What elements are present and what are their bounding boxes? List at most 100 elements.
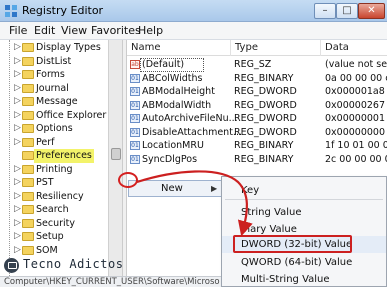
folder-icon bbox=[22, 178, 34, 187]
submenu-divider bbox=[225, 199, 383, 200]
submenu-item-multi-string-value[interactable]: Multi-String Value bbox=[222, 271, 386, 287]
value-row[interactable]: 01ABModalHeight REG_DWORD 0x000001a8 (42 bbox=[127, 85, 387, 99]
submenu-item-label: QWORD (64-bit) Value bbox=[241, 257, 353, 268]
tree-item[interactable]: ▷ Perf bbox=[0, 136, 118, 150]
expand-arrow-icon[interactable]: ▷ bbox=[13, 110, 22, 120]
value-row[interactable]: 01ABColWidths REG_BINARY 0a 00 00 00 c2 bbox=[127, 72, 387, 86]
value-name: SyncDlgPos bbox=[142, 153, 198, 165]
tree-item-label: Preferences bbox=[34, 149, 94, 163]
tree-item[interactable]: ▷ DistList bbox=[0, 55, 118, 69]
value-type: REG_BINARY bbox=[234, 153, 294, 165]
menu-file[interactable]: File bbox=[9, 24, 27, 37]
tree-item[interactable]: ▷ Options bbox=[0, 122, 118, 136]
value-name: DisableAttachment... bbox=[142, 126, 242, 138]
tree-item-label: Perf bbox=[36, 136, 55, 148]
tree-item[interactable]: ▷ Office Explorer bbox=[0, 109, 118, 123]
tree-item-label: Forms bbox=[36, 69, 65, 80]
expand-arrow-icon[interactable]: ▷ bbox=[13, 70, 22, 79]
submenu-arrow-icon: ▶ bbox=[211, 184, 218, 193]
tree-item-label: Options bbox=[36, 123, 73, 134]
expand-arrow-icon[interactable]: ▷ bbox=[13, 218, 22, 228]
value-row[interactable]: 01SyncDlgPos REG_BINARY 2c 00 00 00 00 bbox=[127, 153, 387, 167]
value-data: 0x00000001 (1) bbox=[325, 113, 387, 124]
expand-arrow-icon[interactable]: ▷ bbox=[13, 124, 22, 133]
menu-favorites[interactable]: Favorites bbox=[91, 24, 141, 37]
tree-item-label: Resiliency bbox=[36, 190, 84, 202]
binary-value-icon: 01 bbox=[130, 87, 140, 96]
value-row[interactable]: 01LocationMRU REG_BINARY 1f 10 01 00 00 0 bbox=[127, 139, 387, 153]
tree-item[interactable]: ▷ Printing bbox=[0, 163, 118, 177]
tree-item[interactable]: ▷ Journal bbox=[0, 82, 118, 96]
tree-item[interactable]: ▷ PST bbox=[0, 176, 118, 190]
tree-item-label: Setup bbox=[36, 231, 64, 242]
tree-item[interactable]: ▷ Search bbox=[0, 203, 118, 217]
menu-help[interactable]: Help bbox=[138, 24, 163, 37]
submenu-item-string-value[interactable]: String Value bbox=[222, 204, 386, 221]
menu-edit[interactable]: Edit bbox=[34, 24, 55, 37]
value-row[interactable]: 01 DisableAttachment... REG_DWORD 0x0000000… bbox=[127, 126, 387, 140]
tree-item[interactable]: Preferences bbox=[0, 149, 118, 163]
maximize-button[interactable]: □ bbox=[336, 3, 358, 19]
expand-arrow-icon[interactable]: ▷ bbox=[13, 232, 22, 241]
value-row[interactable]: 01ABModalWidth REG_DWORD 0x00000267 (61 bbox=[127, 99, 387, 113]
expand-arrow-icon[interactable]: ▷ bbox=[13, 245, 22, 255]
folder-icon bbox=[22, 70, 34, 79]
expand-arrow-icon[interactable]: ▷ bbox=[13, 205, 22, 214]
column-data-header[interactable]: Data bbox=[325, 42, 349, 53]
column-name-header[interactable]: Name bbox=[131, 42, 161, 53]
tree-item-label: Display Types bbox=[36, 42, 101, 53]
binary-value-icon: 01 bbox=[130, 154, 140, 164]
tree-item[interactable]: ▷ SOM bbox=[0, 244, 118, 258]
expand-arrow-icon[interactable]: ▷ bbox=[13, 178, 22, 187]
tree-scrollbar[interactable] bbox=[108, 40, 122, 276]
expand-arrow-icon[interactable]: ▷ bbox=[13, 137, 22, 147]
folder-icon bbox=[22, 205, 34, 214]
tree-item[interactable]: ▷ Display Types bbox=[0, 41, 118, 55]
registry-tree: ▷ Display Types ▷ DistList ▷ Forms ▷ Journal ▷ Me… bbox=[0, 40, 124, 276]
status-path: Computer\HKEY_CURRENT_USER\Software\Micr… bbox=[4, 277, 220, 287]
value-data: 2c 00 00 00 00 bbox=[325, 153, 387, 165]
menu-bar: File Edit View Favorites Help bbox=[0, 22, 387, 40]
registry-icon bbox=[5, 5, 17, 17]
binary-value-icon: 01 bbox=[130, 141, 140, 150]
column-type-header[interactable]: Type bbox=[235, 42, 258, 53]
expand-arrow-icon[interactable]: ▷ bbox=[13, 83, 22, 93]
minimize-button[interactable]: – bbox=[314, 3, 336, 19]
value-name: ABColWidths bbox=[142, 72, 203, 84]
menu-view[interactable]: View bbox=[61, 24, 87, 37]
tree-scroll-thumb[interactable] bbox=[111, 148, 121, 160]
expand-arrow-icon[interactable]: ▷ bbox=[13, 97, 22, 106]
tree-item[interactable]: ▷ Resiliency bbox=[0, 190, 118, 204]
watermark-logo: Tecno Adictos bbox=[4, 256, 128, 275]
folder-icon bbox=[22, 151, 34, 160]
expand-arrow-icon[interactable]: ▷ bbox=[13, 43, 22, 52]
submenu-item-key[interactable]: Key bbox=[222, 182, 386, 199]
tree-item[interactable]: ▷ Security bbox=[0, 217, 118, 231]
expand-arrow-icon[interactable]: ▷ bbox=[13, 56, 22, 66]
expand-arrow-icon[interactable]: ▷ bbox=[13, 191, 22, 201]
context-menu-new[interactable]: New ▶ bbox=[128, 180, 222, 197]
window-title: Registry Editor bbox=[22, 4, 104, 17]
tree-item-label: Printing bbox=[36, 163, 73, 175]
tree-item-label: Message bbox=[36, 96, 78, 107]
tree-item[interactable]: ▷ Message bbox=[0, 95, 118, 109]
value-row[interactable]: ab(Default) REG_SZ (value not set) bbox=[127, 58, 387, 72]
title-bar[interactable]: Registry Editor – □ ✕ bbox=[0, 0, 387, 22]
folder-icon bbox=[22, 164, 34, 174]
tree-item[interactable]: ▷ Forms bbox=[0, 68, 118, 82]
column-separator bbox=[230, 40, 231, 56]
close-button[interactable]: ✕ bbox=[358, 3, 385, 19]
folder-icon bbox=[22, 191, 34, 201]
value-data: 0x00000000 (0) bbox=[325, 126, 387, 138]
binary-value-icon: 01 bbox=[130, 73, 140, 83]
tree-item[interactable]: ▷ Setup bbox=[0, 230, 118, 244]
value-name: ABModalHeight bbox=[142, 86, 215, 97]
value-row[interactable]: 01 AutoArchiveFileNu... REG_DWORD 0x0000000… bbox=[127, 112, 387, 126]
expand-arrow-icon[interactable]: ▷ bbox=[13, 164, 22, 174]
folder-icon bbox=[22, 137, 34, 147]
value-data: 0a 00 00 00 c2 bbox=[325, 72, 387, 84]
tree-item-label: Search bbox=[36, 204, 69, 215]
tree-item-label: Security bbox=[36, 217, 76, 229]
submenu-item-qword-value[interactable]: QWORD (64-bit) Value bbox=[222, 254, 386, 271]
folder-icon bbox=[22, 245, 34, 255]
